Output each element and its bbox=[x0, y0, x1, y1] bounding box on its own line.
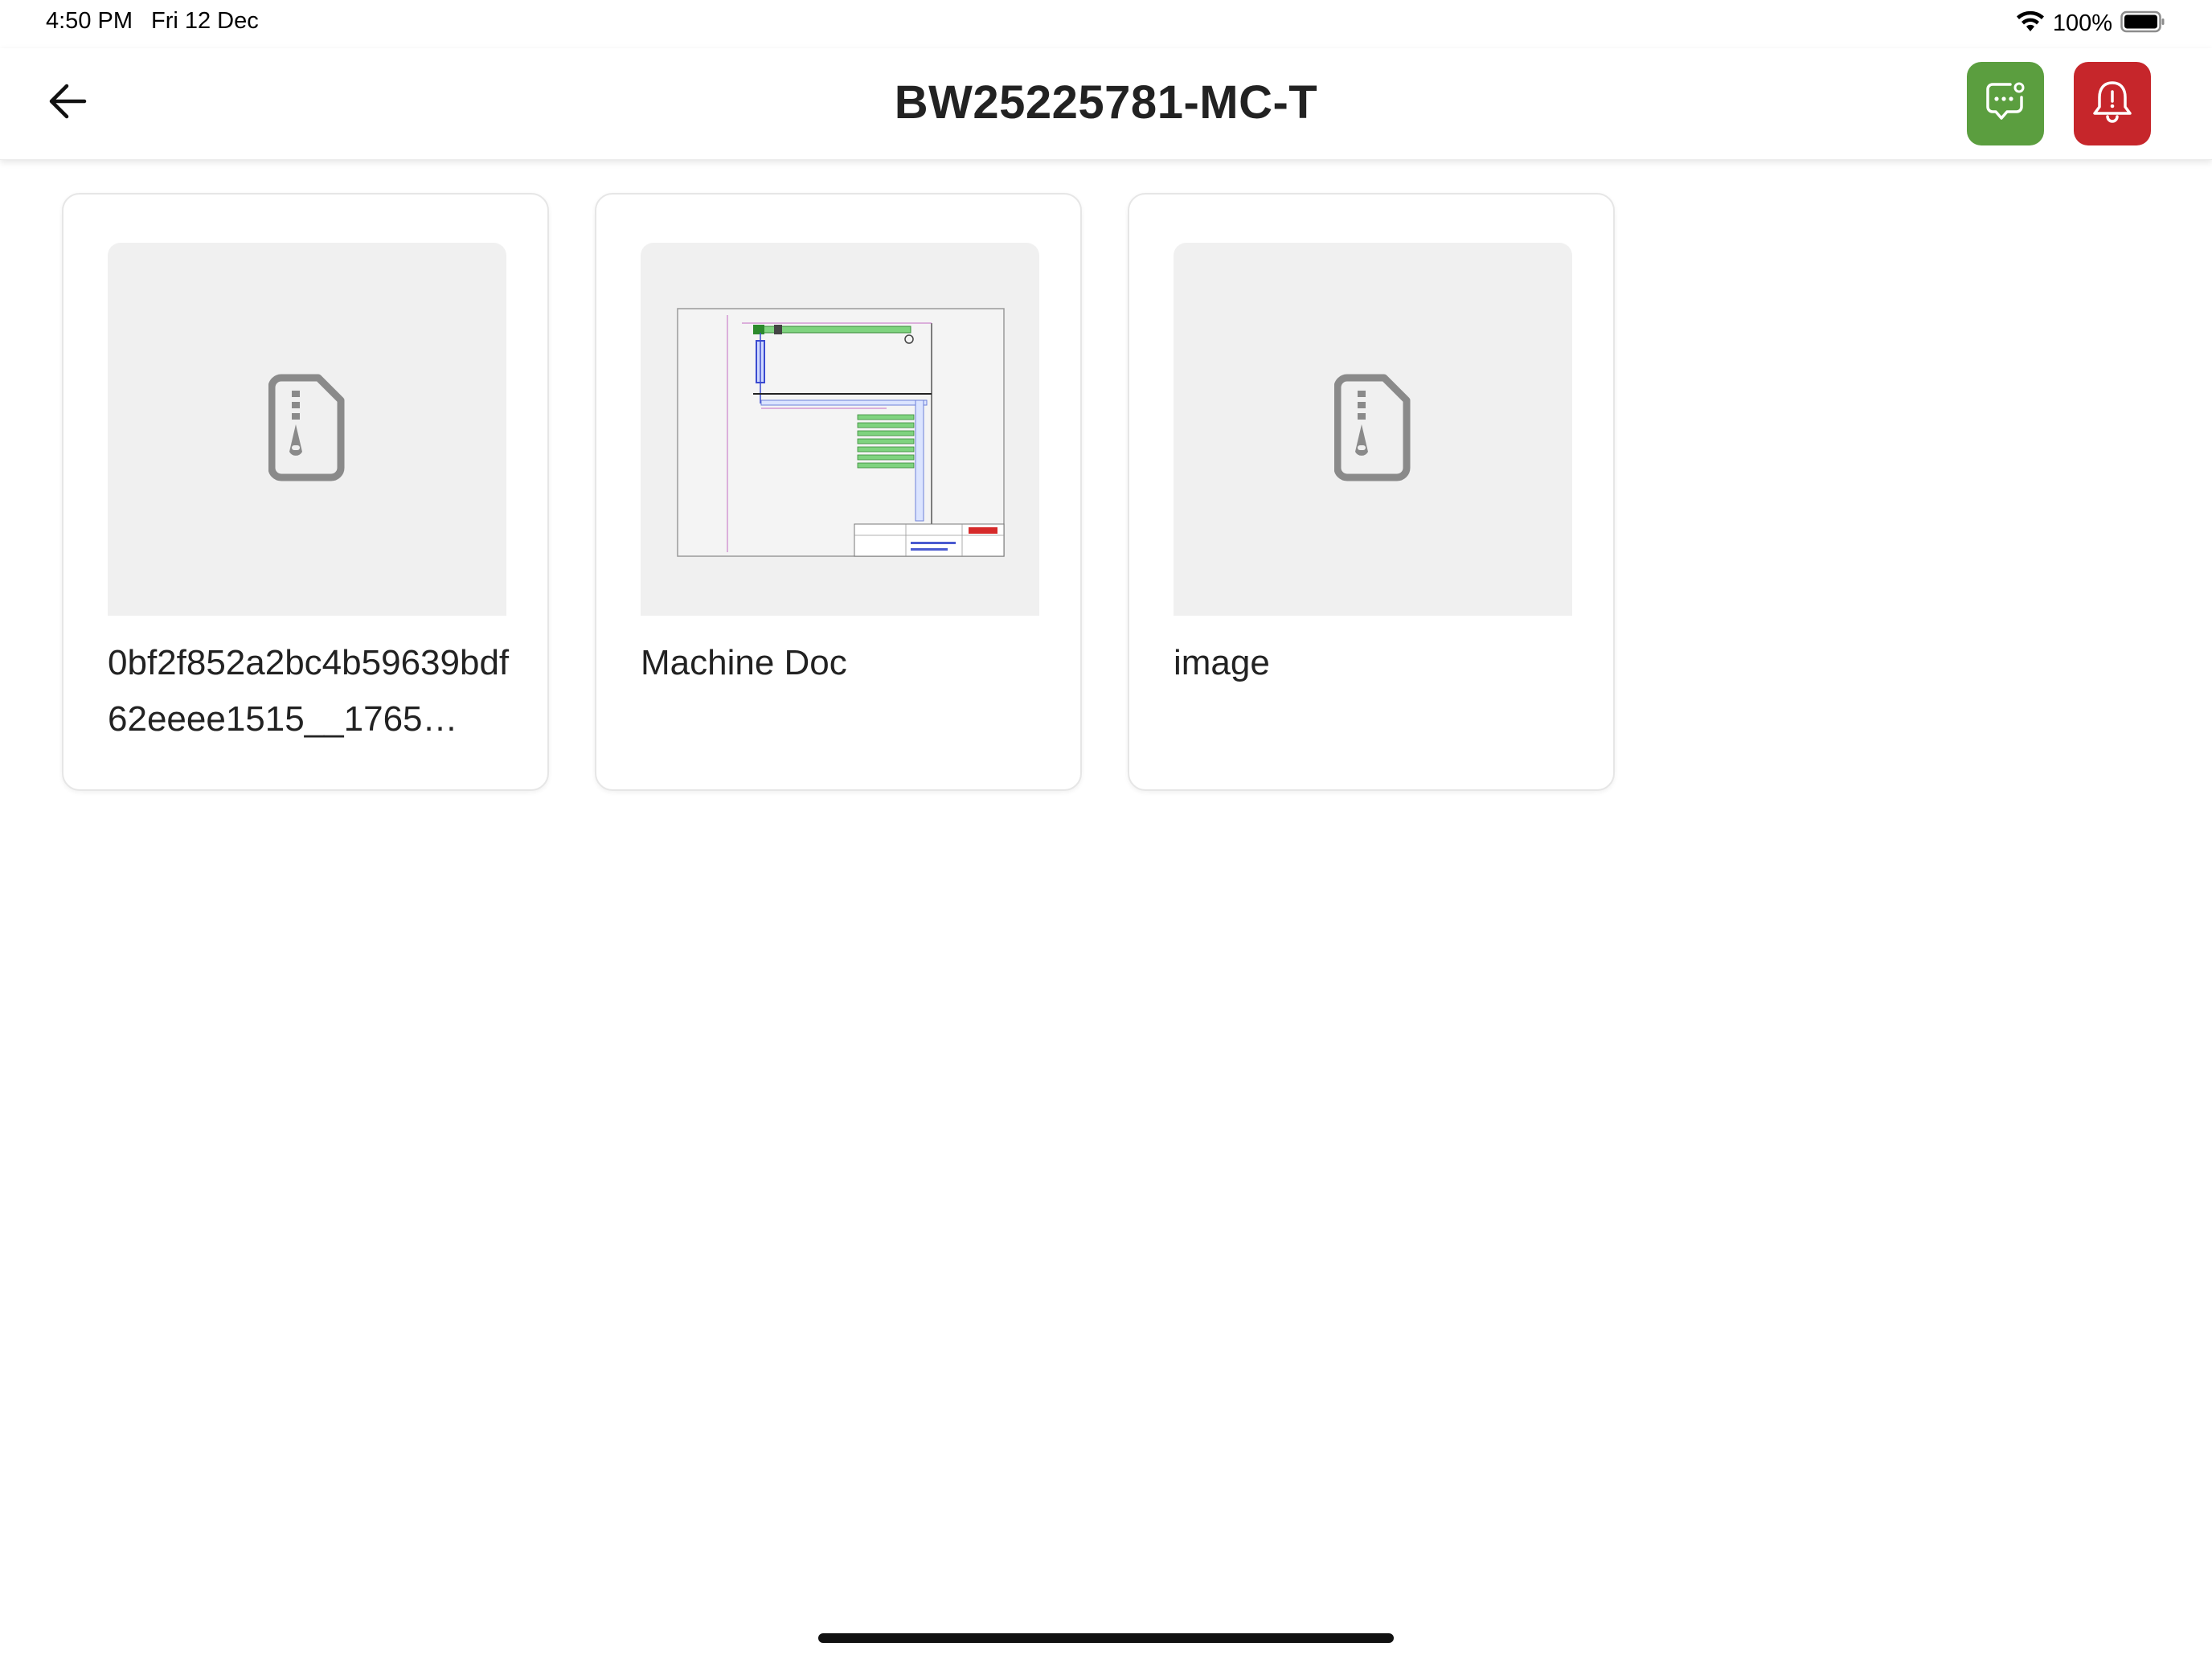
page-title: BW25225781-MC-T bbox=[894, 76, 1318, 129]
battery-percentage: 100% bbox=[2052, 10, 2112, 36]
zip-file-icon bbox=[1333, 373, 1411, 486]
status-bar: 4:50 PM Fri 12 Dec 100% bbox=[0, 0, 2212, 48]
app-header: BW25225781-MC-T bbox=[0, 48, 2212, 160]
document-name: 0bf2f852a2bc4b59639bdf62eeee1515__1765… bbox=[108, 643, 510, 739]
status-time: 4:50 PM bbox=[46, 8, 133, 34]
chat-bubble-dots-icon bbox=[1983, 80, 2028, 129]
wifi-icon bbox=[2016, 10, 2045, 37]
document-card[interactable]: image bbox=[1128, 193, 1615, 791]
status-date: Fri 12 Dec bbox=[151, 8, 259, 34]
battery-icon bbox=[2120, 10, 2165, 37]
bell-alert-icon bbox=[2090, 78, 2135, 130]
technical-drawing-preview bbox=[677, 308, 1005, 557]
zip-file-icon bbox=[268, 373, 346, 486]
document-thumbnail bbox=[641, 243, 1039, 616]
document-name: Machine Doc bbox=[641, 643, 847, 682]
alert-button[interactable] bbox=[2074, 62, 2151, 145]
document-card[interactable]: Machine Doc bbox=[595, 193, 1082, 791]
document-thumbnail bbox=[108, 243, 506, 616]
status-indicators: 100% bbox=[2016, 10, 2165, 37]
chat-button[interactable] bbox=[1967, 62, 2044, 145]
home-indicator[interactable] bbox=[818, 1633, 1394, 1643]
document-name: image bbox=[1174, 643, 1270, 682]
screen: 4:50 PM Fri 12 Dec 100% BW25225781-MC-T … bbox=[0, 0, 2212, 1659]
document-thumbnail bbox=[1174, 243, 1572, 616]
document-card[interactable]: 0bf2f852a2bc4b59639bdf62eeee1515__1765… bbox=[62, 193, 549, 791]
